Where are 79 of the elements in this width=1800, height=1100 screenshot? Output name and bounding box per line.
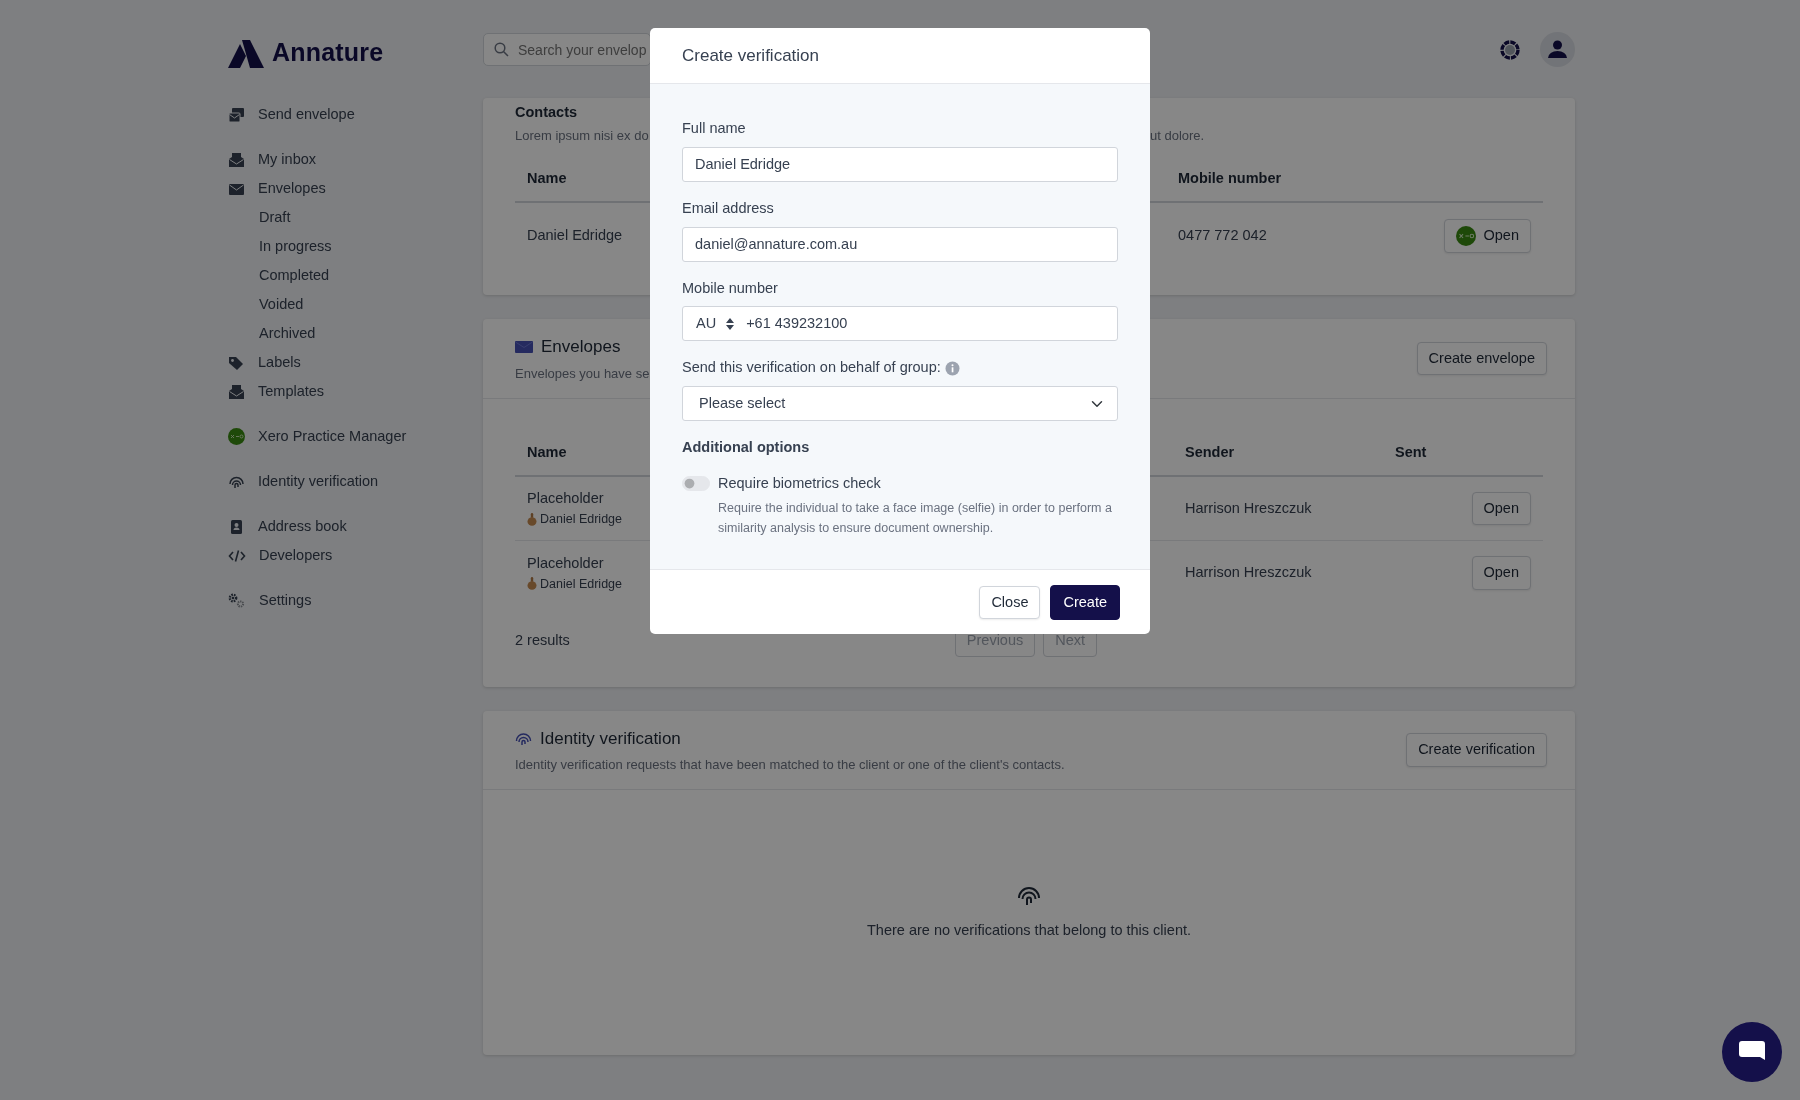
sidebar-link[interactable]: Identity verification [228,467,379,496]
sidebar-sublink[interactable]: In progress [228,232,332,261]
sidebar-link[interactable]: Templates [228,377,325,406]
sidebar-sublink[interactable]: Draft [228,203,291,232]
fingerprint-icon [1017,884,1041,906]
inbox-icon [228,383,245,400]
card-title: Identity verification [540,727,681,750]
field-label: Mobile number [682,278,778,298]
avatar-icon [1540,32,1575,67]
column-header: Sent [1394,442,1428,462]
open-button[interactable]: Open [1471,491,1531,526]
sidebar-sublink[interactable]: Completed [228,261,330,290]
field-label: Send this verification on behalf of group: [682,358,941,378]
open-button[interactable]: Open [1443,218,1531,253]
inbox-icon [228,151,245,168]
phone-number-input[interactable]: +61 439232100 [744,311,1104,336]
create-button[interactable]: Create [1050,584,1120,621]
lifebuoy-icon [1500,39,1520,60]
card-description: ut dolore. [1150,126,1205,145]
country-code: AU [696,313,717,333]
table-cell-text: Daniel Edridge [526,225,624,245]
sidebar-link[interactable]: Settings [228,586,312,615]
sidebar-link[interactable]: Envelopes [228,174,326,203]
section-heading: Additional options [682,438,811,457]
text-input[interactable]: daniel@annature.com.au [682,226,1118,262]
code-icon [228,547,246,564]
field-label: Email address [682,198,774,218]
envelope-icon [515,339,533,354]
biometrics-switch[interactable] [682,475,710,491]
sort-icon [726,317,735,330]
sidebar-link[interactable]: Address book [228,512,347,541]
chat-button[interactable] [1722,1022,1782,1082]
search-field[interactable]: Search your envelop [483,33,651,66]
card-description: Identity verification requests that have been matched to the client or one of the client's contacts. [515,756,1065,774]
column-header: Sender [1184,442,1236,462]
sidebar-link[interactable]: Send envelope [228,100,355,129]
table-cell-text: Harrison Hreszczuk [1184,498,1313,518]
column-header: Name [526,442,568,462]
recipient-name: Daniel Edridge [540,575,622,593]
logo-text: Annature [272,37,384,69]
create-envelope-button[interactable]: Create envelope [1416,341,1547,376]
envelopes-icon [228,106,245,123]
tag-icon [228,354,245,371]
field-label: Full name [682,119,746,138]
results-count: 2 results [515,631,570,650]
recipient-name: Daniel Edridge [540,511,622,528]
gears-icon [228,592,246,609]
group-select[interactable]: Please select [682,386,1118,421]
fingerprint-icon [515,730,532,746]
address-book-icon [228,518,245,535]
sidebar-link[interactable]: Labels [228,348,301,377]
table-cell-text: 0477 772 042 [1177,225,1268,245]
switch-label: Require biometrics check [718,473,882,493]
sidebar-sublink[interactable]: Archived [228,319,316,348]
card-title: Envelopes [541,336,621,358]
switch-description: Require the individual to take a face image (selfie) in order to perform a similarity analysis to ensure document ownership. [718,499,1113,537]
text-input[interactable]: Daniel Edridge [682,146,1118,182]
xero-logo-icon [228,428,245,445]
card-description: Lorem ipsum nisi ex do [515,126,649,145]
close-button[interactable]: Close [979,585,1041,620]
logo-icon [228,38,264,68]
table-cell-text: Placeholder [527,489,605,509]
phone-input[interactable]: AU +61 439232100 [682,306,1118,342]
xero-logo-icon [1455,225,1476,246]
modal-title: Create verification [682,44,819,67]
empty-state-text: There are no verifications that belong to this client. [867,921,1191,940]
card-title: Contacts [515,103,578,122]
info-icon [944,360,960,376]
create-verification-button[interactable]: Create verification [1406,733,1547,767]
column-header: Mobile number [1177,169,1283,189]
sidebar-link[interactable]: Developers [228,541,333,570]
table-cell-text: Harrison Hreszczuk [1184,563,1313,583]
sidebar-link[interactable]: Xero Practice Manager [228,422,407,451]
sidebar-sublink[interactable]: Voided [228,290,304,319]
card-description: Envelopes you have se [515,364,650,383]
sidebar-link[interactable]: My inbox [228,145,317,174]
open-button[interactable]: Open [1471,556,1531,590]
column-header: Name [526,169,568,189]
table-cell-text: Placeholder [527,553,605,573]
